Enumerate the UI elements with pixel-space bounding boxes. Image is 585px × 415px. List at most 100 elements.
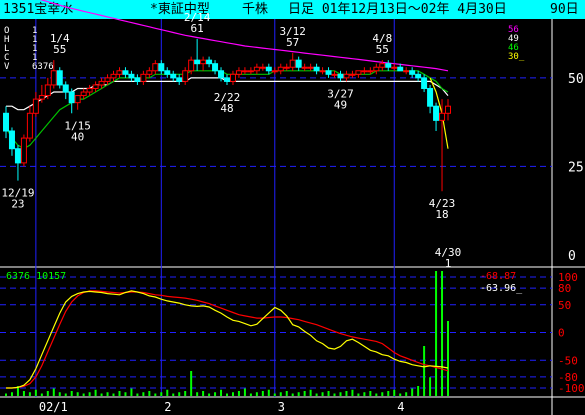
candle-body [218, 70, 225, 79]
price-axis-label: 50 [568, 72, 584, 87]
candle-body [247, 70, 254, 73]
date-axis-label: 3 [278, 400, 285, 414]
osc-axis-label: -50 [558, 354, 578, 367]
candle-body [385, 63, 392, 68]
candle-body [301, 66, 308, 69]
osc-header-left: 6376 10157 [6, 271, 66, 282]
candle-body [349, 73, 356, 76]
osc-line-red [6, 290, 449, 389]
candle-body [409, 70, 416, 75]
candle-body [212, 63, 219, 72]
date-axis-label: 02/1 [39, 400, 68, 414]
date-axis-label: 2 [164, 400, 171, 414]
candle-body [68, 91, 75, 104]
candle-body [403, 70, 410, 73]
osc-line-yellow [6, 290, 449, 389]
candle-body [445, 105, 451, 114]
annotation-price: 57 [286, 36, 299, 49]
annotation-price: 23 [11, 198, 24, 211]
candle-body [427, 87, 434, 107]
candle-body [194, 59, 201, 65]
candle-body [104, 77, 111, 82]
candle-body [319, 70, 326, 73]
candle-body [391, 66, 398, 69]
candle-body [397, 66, 404, 72]
candle-body [146, 70, 153, 75]
candle-body [433, 105, 440, 121]
candle-body [283, 66, 290, 69]
candle-body [361, 70, 368, 73]
candle-body [56, 70, 63, 86]
candle-body [307, 66, 314, 69]
annotation-price: 61 [191, 22, 204, 35]
candle-body [200, 59, 207, 65]
candle-body [259, 66, 266, 69]
candle-body [98, 80, 105, 86]
candle-body [241, 70, 248, 73]
candle-body [38, 95, 45, 100]
candle-body [20, 137, 27, 164]
candle-body [14, 148, 21, 164]
osc-axis-label: 50 [558, 299, 571, 312]
candle-body [355, 70, 362, 75]
candle-body [343, 73, 350, 79]
candle-body [206, 59, 213, 65]
candle-body [325, 70, 332, 75]
candle-body [188, 59, 195, 72]
annotation-price: 55 [53, 43, 66, 56]
candle-body [176, 77, 183, 82]
candle-body [44, 84, 51, 97]
price-axis-label: 0 [568, 249, 576, 264]
candle-body [253, 66, 260, 72]
candle-body [116, 70, 123, 75]
candle-body [421, 77, 428, 89]
candle-body [50, 70, 57, 86]
stock-chart: 5025010080500-50-80-10002/1 2 3 4O 1H 1L 1C 1V 6… [0, 0, 585, 415]
candle-body [122, 70, 129, 75]
annotation-price: 55 [376, 43, 389, 56]
candle-body [32, 98, 39, 114]
osc-axis-label: 80 [558, 282, 571, 295]
ma-value: 30_ [508, 52, 525, 62]
candle-body [170, 73, 177, 79]
candle-body [289, 59, 296, 68]
candle-body [229, 73, 236, 82]
date-axis-label: 4 [397, 400, 404, 414]
ohlc-key: V [4, 62, 10, 72]
annotation-price: 1 [445, 257, 452, 270]
osc-axis-label: 0 [558, 327, 565, 340]
candle-body [8, 130, 15, 150]
candle-body [140, 73, 147, 82]
candle-body [182, 70, 189, 82]
candle-body [277, 66, 284, 72]
candle-body [26, 112, 33, 139]
annotation-price: 48 [220, 102, 233, 115]
candle-body [3, 112, 9, 132]
candle-body [439, 112, 446, 121]
candle-body [224, 77, 230, 82]
candle-body [74, 95, 81, 104]
candle-body [158, 63, 165, 72]
candle-body [313, 66, 320, 72]
candle-body [295, 59, 302, 68]
candle-body [80, 91, 87, 97]
candle-body [379, 63, 386, 68]
candle-body [271, 70, 278, 73]
candle-body [265, 66, 272, 72]
candle-body [373, 66, 380, 72]
osc-yellow-value: -63.96_ [480, 283, 523, 294]
candle-body [164, 70, 171, 75]
annotation-price: 40 [71, 130, 84, 143]
candle-body [134, 77, 141, 82]
candle-body [152, 63, 159, 72]
osc-red-value: -68.87 [480, 271, 516, 282]
candle-body [415, 73, 422, 79]
candle-body [331, 73, 338, 76]
candle-body [367, 70, 374, 73]
candle-body [92, 84, 99, 89]
annotation-price: 49 [334, 98, 347, 111]
ohlc-value: 6376 [32, 62, 54, 72]
price-axis-label: 25 [568, 160, 584, 175]
candle-body [110, 73, 117, 79]
annotation-price: 18 [435, 208, 448, 221]
